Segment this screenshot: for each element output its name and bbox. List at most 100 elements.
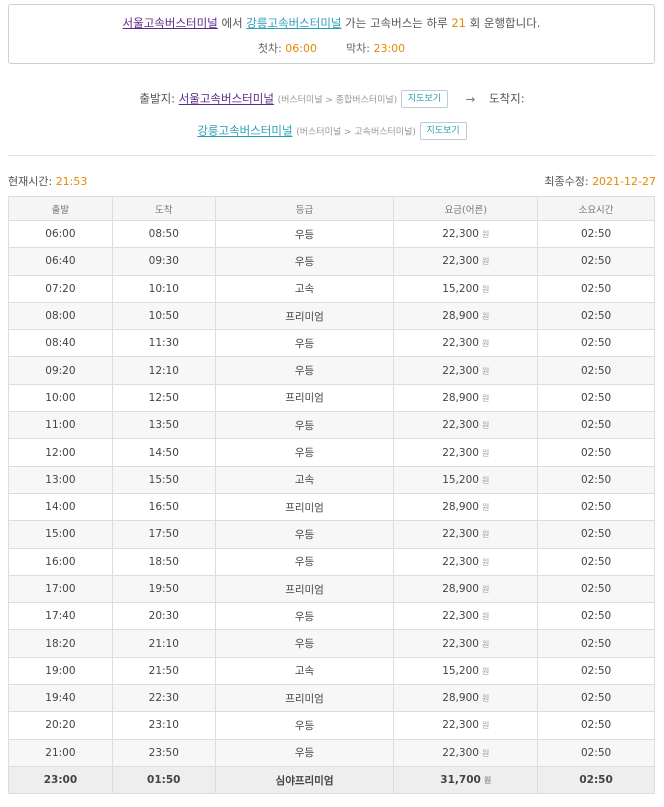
departure-map-button[interactable]: 지도보기 [400,90,449,108]
cell-grade: 우등 [214,629,395,658]
currency-unit: 원 [481,284,490,294]
first-bus-time: 06:00 [285,42,317,55]
cell-duration: 02:50 [537,602,655,631]
cell-grade: 우등 [214,602,395,631]
cell-fare: 22,300 원 [393,411,539,440]
current-time-value: 21:53 [55,175,88,188]
fare-value: 28,900 [442,583,479,595]
cell-departure: 21:00 [8,738,113,767]
cell-arrival: 01:50 [111,765,216,795]
cell-fare: 22,300 원 [393,438,539,467]
currency-unit: 원 [481,530,490,540]
summary-line: 서울고속버스터미널 에서 강릉고속버스터미널 가는 고속버스는 하루 21 회 … [9,15,654,31]
cell-grade: 우등 [214,711,395,740]
cell-duration: 02:50 [537,329,655,358]
table-row: 18:20 21:10 우등 22,300 원 02:50 [8,629,655,658]
cell-departure: 16:00 [8,547,113,576]
cell-fare: 22,300 원 [393,520,539,549]
last-modified-label: 최종수정: [544,175,589,188]
fare-value: 22,300 [442,555,479,568]
summary-from-text: 에서 [221,16,243,30]
arrival-terminal-link[interactable]: 강릉고속버스터미널 [197,124,292,138]
divider [8,155,655,156]
cell-duration: 02:50 [537,738,655,767]
last-modified: 최종수정: 2021-12-27 [544,173,656,189]
cell-arrival: 18:50 [111,547,216,576]
cell-departure: 07:20 [8,274,113,303]
header-duration: 소요시간 [537,196,655,221]
cell-arrival: 21:50 [111,656,216,686]
cell-departure: 08:00 [8,301,113,331]
cell-departure: 13:00 [8,465,113,494]
currency-unit: 원 [481,639,490,649]
cell-arrival: 20:30 [111,602,216,631]
table-row: 15:00 17:50 우등 22,300 원 02:50 [8,520,655,549]
currency-unit: 원 [481,312,490,322]
cell-fare: 22,300 원 [393,219,539,249]
fare-value: 28,900 [442,501,479,514]
cell-departure: 10:00 [8,383,113,413]
cell-duration: 02:50 [537,492,655,522]
header-arrival: 도착 [111,196,216,221]
cell-grade: 우등 [214,438,395,467]
cell-grade: 심야프리미엄 [214,765,395,795]
cell-grade: 고속 [214,656,395,686]
cell-fare: 22,300 원 [393,247,539,276]
cell-duration: 02:50 [537,656,655,686]
origin-terminal-link[interactable]: 서울고속버스터미널 [123,16,218,30]
cell-departure: 17:00 [8,574,113,604]
table-row: 17:40 20:30 우등 22,300 원 02:50 [8,602,655,631]
current-time-label: 현재시간: [8,175,53,188]
cell-arrival: 23:10 [111,711,216,740]
fare-value: 22,300 [442,528,479,541]
destination-terminal-link[interactable]: 강릉고속버스터미널 [246,16,341,30]
currency-unit: 원 [481,721,490,731]
cell-departure: 15:00 [8,520,113,549]
cell-departure: 20:20 [8,711,113,740]
last-bus-time: 23:00 [373,42,406,55]
table-row: 19:40 22:30 프리미엄 28,900 원 02:50 [8,684,655,713]
table-row: 06:40 09:30 우등 22,300 원 02:50 [8,247,655,276]
cell-fare: 22,300 원 [393,602,539,631]
cell-arrival: 12:10 [111,356,216,385]
table-row: 21:00 23:50 우등 22,300 원 02:50 [8,738,655,767]
currency-unit: 원 [483,776,492,786]
table-row: 16:00 18:50 우등 22,300 원 02:50 [8,547,655,576]
cell-grade: 프리미엄 [214,574,395,604]
cell-grade: 프리미엄 [214,492,395,522]
cell-grade: 우등 [214,356,395,385]
table-row: 12:00 14:50 우등 22,300 원 02:50 [8,438,655,467]
cell-duration: 02:50 [537,629,655,658]
last-modified-date: 2021-12-27 [592,175,656,188]
cell-fare: 22,300 원 [393,356,539,385]
cell-fare: 22,300 원 [393,629,539,658]
cell-departure: 17:40 [8,602,113,631]
cell-arrival: 12:50 [111,383,216,413]
departure-terminal-link[interactable]: 서울고속버스터미널 [179,92,274,106]
fare-value: 15,200 [442,473,479,486]
table-row: 19:00 21:50 고속 15,200 원 02:50 [8,656,655,686]
cell-duration: 02:50 [537,465,655,494]
cell-grade: 프리미엄 [214,383,395,413]
cell-arrival: 23:50 [111,738,216,767]
cell-arrival: 13:50 [111,411,216,440]
cell-arrival: 09:30 [111,247,216,276]
schedule-summary-box: 서울고속버스터미널 에서 강릉고속버스터미널 가는 고속버스는 하루 21 회 … [8,4,655,64]
cell-duration: 02:50 [537,247,655,276]
cell-arrival: 22:30 [111,684,216,713]
fare-value: 22,300 [442,446,479,459]
cell-grade: 우등 [214,247,395,276]
cell-grade: 프리미엄 [214,301,395,331]
fare-value: 28,900 [442,692,479,705]
currency-unit: 원 [481,257,490,267]
currency-unit: 원 [481,339,490,349]
first-bus-label: 첫차: [257,42,282,55]
arrival-map-button[interactable]: 지도보기 [419,122,467,140]
table-header-row: 출발 도착 등급 요금(어른) 소요시간 [8,196,655,221]
cell-departure: 12:00 [8,438,113,467]
cell-arrival: 17:50 [111,520,216,549]
cell-fare: 28,900 원 [393,301,539,331]
table-row: 08:40 11:30 우등 22,300 원 02:50 [8,329,655,358]
currency-unit: 원 [481,694,490,704]
arrival-label: 도착지: [488,91,525,106]
